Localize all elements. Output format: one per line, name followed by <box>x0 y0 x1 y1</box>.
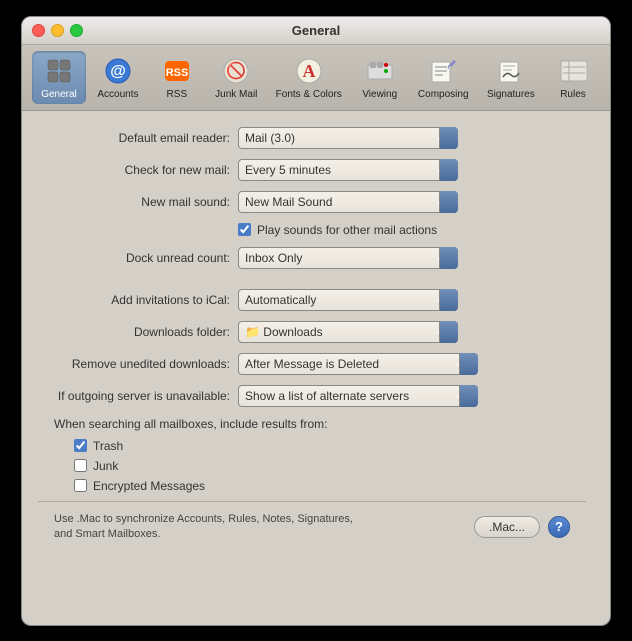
fonts-label: Fonts & Colors <box>276 89 342 100</box>
svg-text:@: @ <box>110 63 126 80</box>
dock-unread-select[interactable]: Inbox Only <box>238 247 458 269</box>
encrypted-checkbox-row: Encrypted Messages <box>74 479 586 493</box>
junk-checkbox[interactable] <box>74 459 87 472</box>
dock-unread-row: Dock unread count: Inbox Only ▲▼ <box>38 247 586 269</box>
searching-checkboxes: Trash Junk Encrypted Messages <box>74 439 586 493</box>
add-invitations-select-wrapper[interactable]: Automatically ▲▼ <box>238 289 458 311</box>
downloads-folder-select[interactable]: 📁 Downloads <box>238 321 458 343</box>
mac-button[interactable]: .Mac... <box>474 516 540 538</box>
downloads-folder-label: Downloads folder: <box>38 325 238 339</box>
junk-checkbox-row: Junk <box>74 459 586 473</box>
toolbar-item-signatures[interactable]: Signatures <box>480 51 542 104</box>
encrypted-label: Encrypted Messages <box>93 479 205 493</box>
junkmail-icon: 🚫 <box>220 55 252 87</box>
new-mail-sound-row: New mail sound: New Mail Sound ▲▼ <box>38 191 586 213</box>
play-sounds-row: Play sounds for other mail actions <box>238 223 586 237</box>
viewing-icon <box>364 55 396 87</box>
toolbar-item-general[interactable]: General <box>32 51 86 104</box>
downloads-folder-select-wrapper[interactable]: 📁 Downloads ▲▼ <box>238 321 458 343</box>
junk-label: Junk <box>93 459 118 473</box>
toolbar-item-rules[interactable]: Rules <box>546 51 600 104</box>
toolbar-item-accounts[interactable]: @ Accounts <box>90 51 146 104</box>
rules-icon <box>557 55 589 87</box>
default-email-control: Mail (3.0) ▲▼ <box>238 127 586 149</box>
trash-label: Trash <box>93 439 123 453</box>
rules-label: Rules <box>560 89 586 100</box>
check-mail-row: Check for new mail: Every 5 minutes ▲▼ <box>38 159 586 181</box>
check-mail-select-wrapper[interactable]: Every 5 minutes ▲▼ <box>238 159 458 181</box>
signatures-label: Signatures <box>487 89 535 100</box>
play-sounds-checkbox[interactable] <box>238 223 251 236</box>
check-mail-label: Check for new mail: <box>38 163 238 177</box>
viewing-label: Viewing <box>362 89 397 100</box>
new-mail-sound-select-wrapper[interactable]: New Mail Sound ▲▼ <box>238 191 458 213</box>
content-area: Default email reader: Mail (3.0) ▲▼ Chec… <box>22 111 610 559</box>
remove-unedited-control: After Message is Deleted ▲▼ <box>238 353 586 375</box>
default-email-select[interactable]: Mail (3.0) <box>238 127 458 149</box>
remove-unedited-select[interactable]: After Message is Deleted <box>238 353 478 375</box>
traffic-lights <box>32 24 83 37</box>
downloads-folder-row: Downloads folder: 📁 Downloads ▲▼ <box>38 321 586 343</box>
add-invitations-select[interactable]: Automatically <box>238 289 458 311</box>
remove-unedited-row: Remove unedited downloads: After Message… <box>38 353 586 375</box>
maximize-button[interactable] <box>70 24 83 37</box>
trash-checkbox-row: Trash <box>74 439 586 453</box>
outgoing-server-control: Show a list of alternate servers ▲▼ <box>238 385 586 407</box>
outgoing-server-label: If outgoing server is unavailable: <box>38 389 238 403</box>
new-mail-sound-select[interactable]: New Mail Sound <box>238 191 458 213</box>
fonts-icon: A <box>293 55 325 87</box>
bottom-text: Use .Mac to synchronize Accounts, Rules,… <box>54 512 374 543</box>
accounts-label: Accounts <box>97 89 138 100</box>
new-mail-sound-control: New Mail Sound ▲▼ <box>238 191 586 213</box>
general-label: General <box>41 89 77 100</box>
outgoing-server-select[interactable]: Show a list of alternate servers <box>238 385 478 407</box>
add-invitations-label: Add invitations to iCal: <box>38 293 238 307</box>
searching-title: When searching all mailboxes, include re… <box>54 417 586 431</box>
toolbar-item-fonts[interactable]: A Fonts & Colors <box>269 51 349 104</box>
encrypted-checkbox[interactable] <box>74 479 87 492</box>
rss-icon: RSS <box>161 55 193 87</box>
trash-checkbox[interactable] <box>74 439 87 452</box>
composing-icon <box>427 55 459 87</box>
rss-label: RSS <box>167 89 188 100</box>
check-mail-control: Every 5 minutes ▲▼ <box>238 159 586 181</box>
toolbar-item-composing[interactable]: Composing <box>411 51 476 104</box>
minimize-button[interactable] <box>51 24 64 37</box>
general-icon <box>43 55 75 87</box>
toolbar-item-viewing[interactable]: Viewing <box>353 51 407 104</box>
main-window: General General @ Accounts <box>21 16 611 626</box>
close-button[interactable] <box>32 24 45 37</box>
toolbar-item-junkmail[interactable]: 🚫 Junk Mail <box>208 51 265 104</box>
titlebar: General <box>22 17 610 45</box>
default-email-label: Default email reader: <box>38 131 238 145</box>
composing-label: Composing <box>418 89 469 100</box>
searching-section: When searching all mailboxes, include re… <box>54 417 586 493</box>
downloads-folder-control: 📁 Downloads ▲▼ <box>238 321 586 343</box>
svg-text:A: A <box>302 61 315 81</box>
add-invitations-control: Automatically ▲▼ <box>238 289 586 311</box>
outgoing-server-select-wrapper[interactable]: Show a list of alternate servers ▲▼ <box>238 385 478 407</box>
accounts-icon: @ <box>102 55 134 87</box>
check-mail-select[interactable]: Every 5 minutes <box>238 159 458 181</box>
window-title: General <box>292 23 340 38</box>
toolbar-item-rss[interactable]: RSS RSS <box>150 51 204 104</box>
remove-unedited-select-wrapper[interactable]: After Message is Deleted ▲▼ <box>238 353 478 375</box>
toolbar: General @ Accounts RSS RSS <box>22 45 610 111</box>
svg-text:🚫: 🚫 <box>226 61 246 80</box>
add-invitations-row: Add invitations to iCal: Automatically ▲… <box>38 289 586 311</box>
default-email-row: Default email reader: Mail (3.0) ▲▼ <box>38 127 586 149</box>
new-mail-sound-label: New mail sound: <box>38 195 238 209</box>
bottom-section: Use .Mac to synchronize Accounts, Rules,… <box>38 501 586 543</box>
default-email-select-wrapper[interactable]: Mail (3.0) ▲▼ <box>238 127 458 149</box>
outgoing-server-row: If outgoing server is unavailable: Show … <box>38 385 586 407</box>
dock-unread-control: Inbox Only ▲▼ <box>238 247 586 269</box>
dock-unread-select-wrapper[interactable]: Inbox Only ▲▼ <box>238 247 458 269</box>
play-sounds-label: Play sounds for other mail actions <box>257 223 437 237</box>
junkmail-label: Junk Mail <box>215 89 257 100</box>
help-button[interactable]: ? <box>548 516 570 538</box>
svg-text:RSS: RSS <box>166 67 189 79</box>
remove-unedited-label: Remove unedited downloads: <box>38 357 238 371</box>
dock-unread-label: Dock unread count: <box>38 251 238 265</box>
signatures-icon <box>495 55 527 87</box>
